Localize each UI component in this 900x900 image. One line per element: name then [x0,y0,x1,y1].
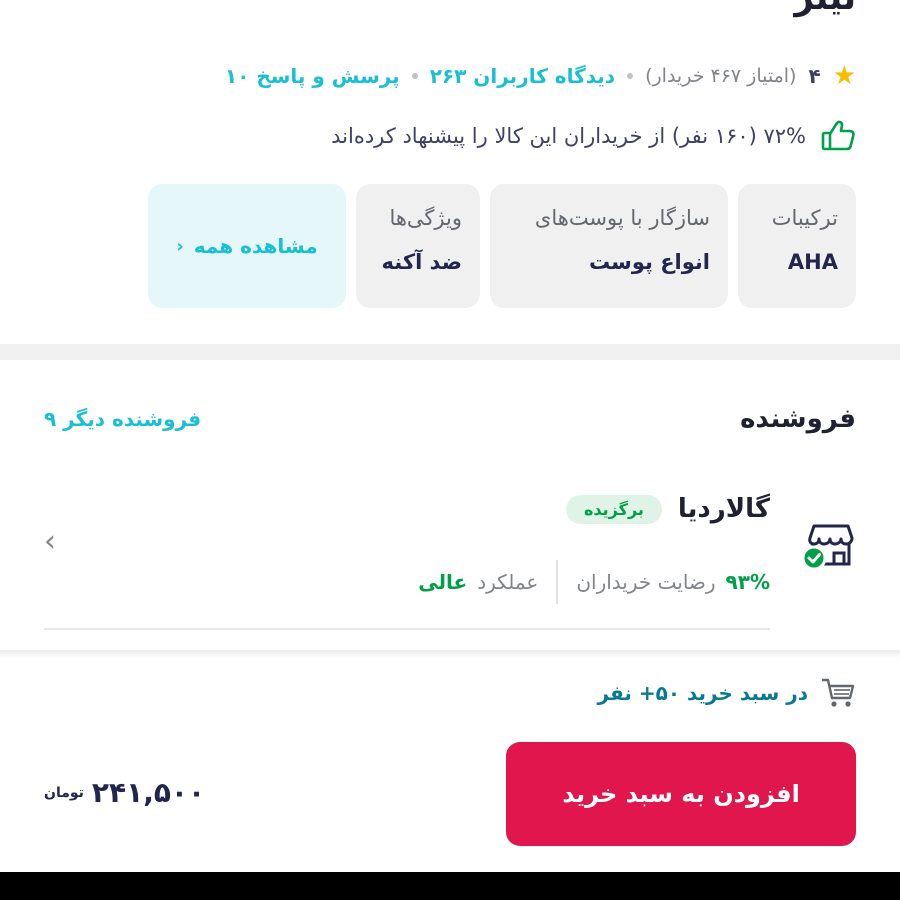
star-icon: ★ [832,61,856,91]
chevron-left-icon[interactable]: ‹ [44,524,56,559]
attribute-card: ویژگی‌ها ضد آکنه [356,184,480,308]
see-all-label: مشاهده همه [193,234,318,258]
attribute-value: ضد آکنه [381,250,462,274]
satisfaction-label: رضایت خریداران [576,570,716,594]
attribute-card: ترکیبات AHA [738,184,856,308]
seller-section-title: فروشنده [740,404,856,434]
price-amount: ۲۴۱,۵۰۰ [91,776,206,809]
qa-link[interactable]: ۱۰ پرسش و پاسخ [225,64,400,88]
seller-name: گالاردیا [677,494,770,524]
performance-value: عالی [418,570,468,594]
bottom-bar-shadow [0,650,900,658]
currency-label: تومان [44,784,84,801]
seller-badge: برگزیده [565,494,662,524]
rating-row: ★ ۴ (امتیاز ۴۶۷ خریدار) ۲۶۳ دیدگاه کاربر… [40,56,856,96]
reviews-link[interactable]: ۲۶۳ دیدگاه کاربران [430,64,615,88]
cart-icon [822,678,855,707]
seller-name-row: گالاردیا برگزیده [565,494,770,524]
performance-stat: عملکرد عالی [418,570,538,594]
performance-label: عملکرد [477,570,539,594]
system-nav-bar [0,872,900,900]
product-title: تیتر [794,0,856,18]
seller-card[interactable]: گالاردیا برگزیده ۹۳% رضایت خریداران عملک… [44,480,856,630]
thumbs-up-icon [821,120,855,151]
seller-stats: ۹۳% رضایت خریداران عملکرد عالی [418,560,770,604]
stat-divider [556,560,559,604]
other-sellers-link[interactable]: ۹ فروشنده دیگر [44,407,201,431]
see-all-attributes-button[interactable]: مشاهده همه › [148,184,346,308]
cart-count-row: در سبد خرید ۵۰+ نفر [598,676,856,710]
attribute-value: AHA [787,250,838,274]
recommend-row: ۷۲% (۱۶۰ نفر) از خریداران این کالا را پی… [331,118,856,154]
attribute-key: ویژگی‌ها [389,206,462,230]
chevron-right-icon: › [176,235,184,257]
add-to-cart-button[interactable]: افزودن به سبد خرید [506,742,856,846]
recommend-text: ۷۲% (۱۶۰ نفر) از خریداران این کالا را پی… [331,124,806,148]
attribute-value: انواع پوست [588,250,710,274]
separator-dot [627,73,634,79]
rating-count: (امتیاز ۴۶۷ خریدار) [645,65,797,87]
seller-header: ۹ فروشنده دیگر فروشنده [44,404,856,434]
satisfaction-stat: ۹۳% رضایت خریداران [576,570,770,594]
attribute-card: سازگار با پوست‌های انواع پوست [490,184,728,308]
rating-value: ۴ [808,64,821,88]
attribute-key: سازگار با پوست‌های [534,206,710,230]
seller-divider [44,628,770,630]
satisfaction-value: ۹۳% [725,570,770,594]
separator-dot [411,73,418,79]
in-cart-count: در سبد خرید ۵۰+ نفر [597,681,808,705]
attribute-key: ترکیبات [771,206,838,230]
section-divider [0,344,900,360]
attribute-cards: ترکیبات AHA سازگار با پوست‌های انواع پوس… [148,184,856,308]
store-verified-icon [801,524,854,571]
price: تومان ۲۴۱,۵۰۰ [44,776,205,809]
